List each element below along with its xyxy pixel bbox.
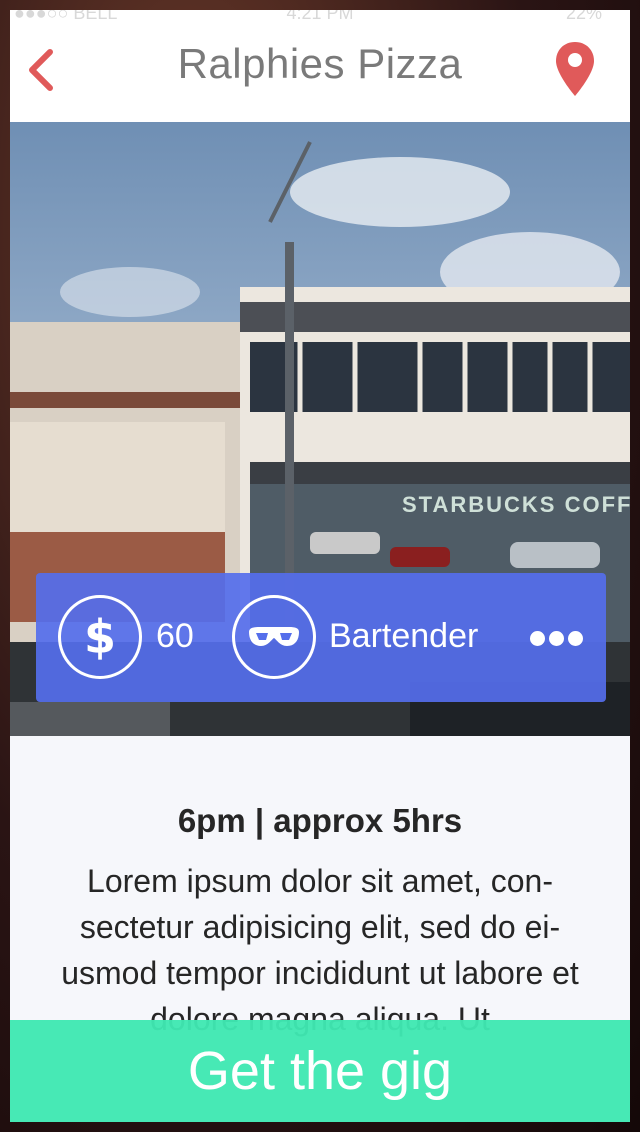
get-the-gig-button[interactable]: Get the gig <box>10 1020 630 1122</box>
gig-info-bar: $ 60 Bartender <box>36 573 606 702</box>
back-button[interactable] <box>24 46 60 102</box>
chevron-left-icon <box>29 49 53 91</box>
more-icon-dot <box>549 631 564 646</box>
more-icon-dot <box>568 631 583 646</box>
pay-badge: $ <box>58 595 142 679</box>
gig-description: Lorem ipsum dolor sit amet, con-sectetur… <box>61 863 579 1037</box>
glasses-icon <box>249 627 299 646</box>
pay-value: 60 <box>156 617 194 655</box>
location-button[interactable] <box>554 40 596 100</box>
storefront-sign: STARBUCKS COFFE <box>402 492 630 517</box>
gig-time: 6pm | approx 5hrs <box>177 802 463 839</box>
nav-header: ●●●○○ BELL 4:21 PM 22% Ralphies Pizza <box>10 10 630 122</box>
more-button[interactable] <box>530 621 588 655</box>
dollar-icon: $ <box>83 610 116 664</box>
role-label: Bartender <box>329 617 479 655</box>
status-bar: ●●●○○ BELL 4:21 PM 22% <box>10 10 630 32</box>
cta-label: Get the gig <box>187 1041 453 1101</box>
map-pin-icon <box>556 42 594 96</box>
page-title: Ralphies Pizza <box>177 40 463 87</box>
role-badge <box>232 595 316 679</box>
more-icon-dot <box>530 631 545 646</box>
app-screen: ●●●○○ BELL 4:21 PM 22% Ralphies Pizza ST… <box>10 10 630 1122</box>
battery-label: 22% <box>565 10 602 23</box>
status-time: 4:21 PM <box>286 10 354 23</box>
